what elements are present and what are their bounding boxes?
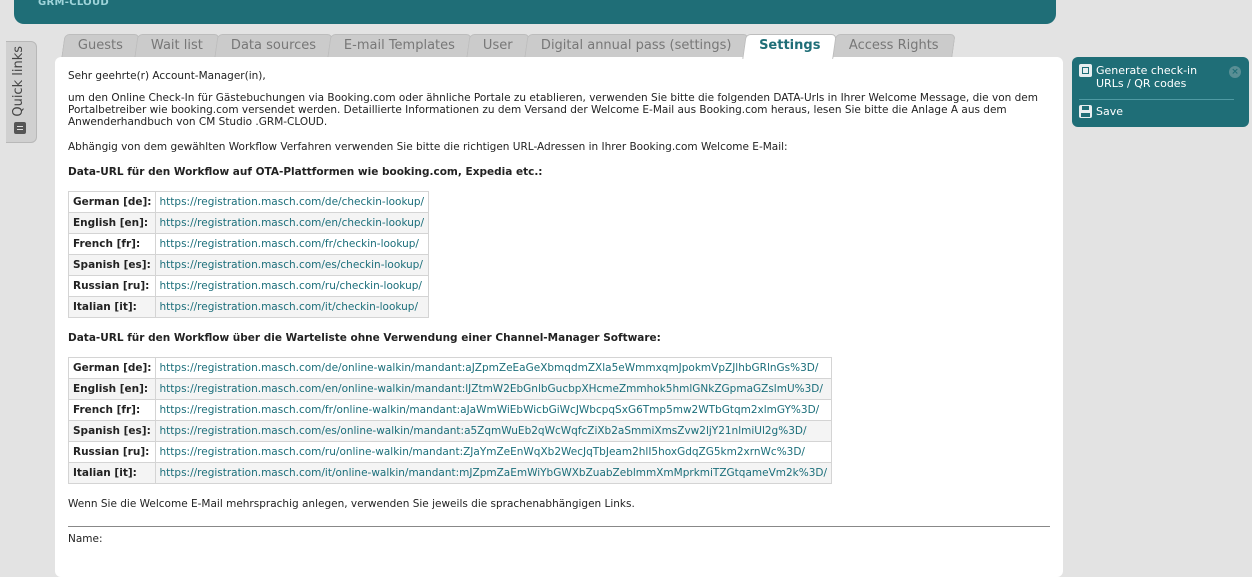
language-label: Spanish [es]:	[68, 420, 156, 442]
table-row: French [fr]: https://registration.masch.c…	[68, 399, 833, 421]
greeting-text: Sehr geehrte(r) Account-Manager(in),	[68, 70, 266, 82]
generate-checkin-label: Generate check-in URLs / QR codes	[1096, 64, 1198, 90]
tab-settings[interactable]: Settings	[742, 34, 838, 59]
workflow-note: Abhängig von dem gewählten Workflow Verf…	[68, 141, 788, 153]
language-label: French [fr]:	[68, 399, 156, 421]
url-link[interactable]: https://registration.masch.com/es/checki…	[160, 259, 423, 271]
waitlist-url-table: German [de]: https://registration.masch.c…	[68, 357, 833, 484]
url-cell: https://registration.masch.com/fr/online…	[154, 399, 833, 421]
url-link[interactable]: https://registration.masch.com/de/online…	[160, 362, 819, 374]
table-row: German [de]: https://registration.masch.c…	[68, 191, 430, 213]
table-row: Italian [it]: https://registration.masch.…	[68, 462, 833, 484]
tab-guests[interactable]: Guests	[61, 34, 140, 57]
url-cell: https://registration.masch.com/es/online…	[154, 420, 833, 442]
url-cell: https://registration.masch.com/de/online…	[154, 357, 833, 379]
tab-label: User	[482, 38, 513, 53]
tab-label: Data sources	[230, 38, 316, 53]
url-link[interactable]: https://registration.masch.com/ru/online…	[160, 446, 805, 458]
intro-text: um den Online Check-In für Gästebuchunge…	[68, 92, 1038, 128]
url-link[interactable]: https://registration.masch.com/en/checki…	[160, 217, 425, 229]
language-label: Russian [ru]:	[68, 275, 156, 297]
url-link[interactable]: https://registration.masch.com/de/checki…	[160, 196, 425, 208]
ota-url-table: German [de]: https://registration.masch.c…	[68, 191, 430, 318]
save-label: Save	[1096, 105, 1124, 118]
url-cell: https://registration.masch.com/ru/online…	[154, 441, 833, 463]
table-row: English [en]: https://registration.masch.…	[68, 378, 833, 400]
waitlist-heading: Data-URL für den Workflow über die Warte…	[68, 332, 661, 344]
language-label: English [en]:	[68, 378, 156, 400]
url-cell: https://registration.masch.com/en/checki…	[154, 212, 430, 234]
tab-label: Settings	[759, 38, 821, 53]
language-label: Italian [it]:	[68, 296, 156, 318]
table-row: Russian [ru]: https://registration.masch.…	[68, 275, 430, 297]
language-label: French [fr]:	[68, 233, 156, 255]
url-link[interactable]: https://registration.masch.com/fr/online…	[160, 404, 820, 416]
url-cell: https://registration.masch.com/it/online…	[154, 462, 833, 484]
url-link[interactable]: https://registration.masch.com/en/online…	[160, 383, 823, 395]
language-label: Russian [ru]:	[68, 441, 156, 463]
language-label: Spanish [es]:	[68, 254, 156, 276]
url-cell: https://registration.masch.com/it/checki…	[154, 296, 430, 318]
ota-heading: Data-URL für den Workflow auf OTA-Plattf…	[68, 166, 543, 178]
url-link[interactable]: https://registration.masch.com/fr/checki…	[160, 238, 419, 250]
table-row: German [de]: https://registration.masch.c…	[68, 357, 833, 379]
list-icon	[14, 122, 26, 134]
url-link[interactable]: https://registration.masch.com/it/online…	[160, 467, 828, 479]
multilang-note: Wenn Sie die Welcome E-Mail mehrsprachig…	[68, 498, 635, 510]
url-cell: https://registration.masch.com/es/checki…	[154, 254, 430, 276]
qr-code-icon	[1079, 64, 1092, 77]
url-link[interactable]: https://registration.masch.com/it/checki…	[160, 301, 418, 313]
url-link[interactable]: https://registration.masch.com/ru/checki…	[160, 280, 422, 292]
table-row: Russian [ru]: https://registration.masch.…	[68, 441, 833, 463]
tab-label: Guests	[77, 38, 123, 53]
url-cell: https://registration.masch.com/ru/checki…	[154, 275, 430, 297]
table-row: Italian [it]: https://registration.masch.…	[68, 296, 430, 318]
table-row: Spanish [es]: https://registration.masch.…	[68, 420, 833, 442]
tab-label: E-mail Templates	[343, 38, 455, 53]
tab-e-mail-templates[interactable]: E-mail Templates	[327, 34, 472, 57]
language-label: Italian [it]:	[68, 462, 156, 484]
language-label: German [de]:	[68, 191, 156, 213]
sidebar-divider	[1079, 99, 1234, 100]
url-link[interactable]: https://registration.masch.com/es/online…	[160, 425, 807, 437]
language-label: English [en]:	[68, 212, 156, 234]
action-sidebar: Generate check-in URLs / QR codes × Save	[1072, 57, 1249, 127]
tab-wait-list[interactable]: Wait list	[134, 34, 220, 57]
quick-links-label: Quick links	[11, 46, 26, 117]
top-header-bar: GRM-CLOUD	[14, 0, 1056, 24]
tab-label: Wait list	[150, 38, 203, 53]
brand-name: GRM-CLOUD	[38, 0, 109, 8]
url-cell: https://registration.masch.com/en/online…	[154, 378, 833, 400]
url-cell: https://registration.masch.com/fr/checki…	[154, 233, 430, 255]
language-label: German [de]:	[68, 357, 156, 379]
close-icon[interactable]: ×	[1229, 66, 1241, 78]
settings-panel: Sehr geehrte(r) Account-Manager(in), um …	[55, 57, 1063, 577]
tab-access-rights[interactable]: Access Rights	[831, 34, 955, 57]
tab-user[interactable]: User	[466, 34, 530, 57]
tab-digital-annual-pass-settings[interactable]: Digital annual pass (settings)	[524, 34, 748, 57]
generate-checkin-urls-button[interactable]: Generate check-in URLs / QR codes	[1079, 64, 1216, 90]
tab-data-sources[interactable]: Data sources	[214, 34, 333, 57]
table-row: English [en]: https://registration.masch.…	[68, 212, 430, 234]
tab-label: Digital annual pass (settings)	[540, 38, 732, 53]
quick-links-toggle[interactable]: Quick links	[6, 41, 37, 143]
name-label: Name:	[68, 533, 103, 545]
table-row: Spanish [es]: https://registration.masch.…	[68, 254, 430, 276]
tab-label: Access Rights	[848, 38, 939, 53]
main-tabs: Guests Wait list Data sources E-mail Templa…	[61, 34, 955, 59]
save-button[interactable]: Save	[1079, 105, 1123, 118]
save-disk-icon	[1079, 105, 1092, 118]
section-divider	[68, 526, 1050, 527]
table-row: French [fr]: https://registration.masch.c…	[68, 233, 430, 255]
url-cell: https://registration.masch.com/de/checki…	[154, 191, 430, 213]
